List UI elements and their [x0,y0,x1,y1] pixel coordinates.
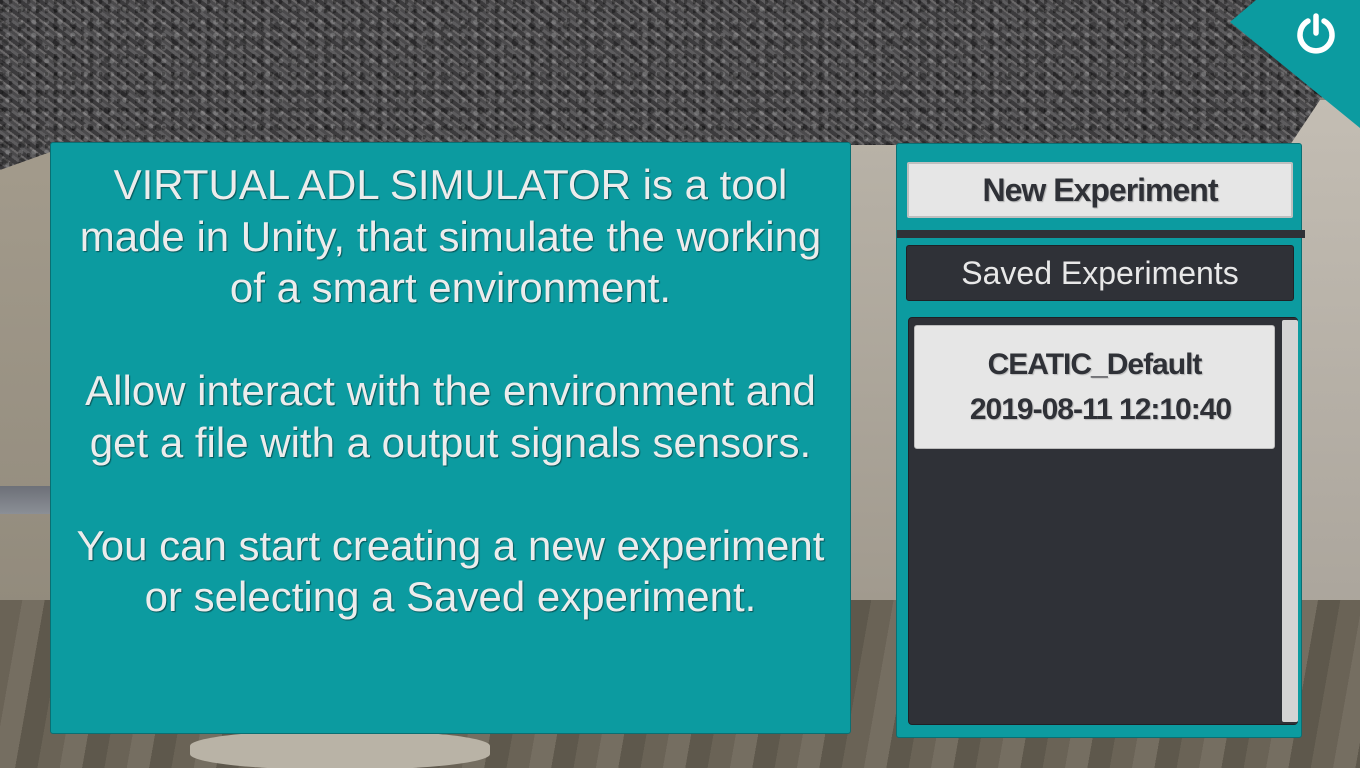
experiment-name: CEATIC_Default [987,348,1203,381]
power-icon[interactable] [1294,12,1338,56]
info-paragraph-1: VIRTUAL ADL SIMULATOR is a tool made in … [79,161,822,311]
new-experiment-button[interactable]: New Experiment [907,162,1293,218]
info-paragraph-3: You can start creating a new experiment … [76,521,825,621]
info-paragraph-2: Allow interact with the environment and … [85,367,816,466]
divider [897,230,1305,238]
list-scrollbar[interactable] [1281,318,1298,724]
table [190,730,490,768]
info-text: VIRTUAL ADL SIMULATOR is a tool made in … [71,159,830,623]
experiments-panel: New Experiment Saved Experiments CEATIC_… [896,143,1305,738]
scrollbar-thumb[interactable] [1282,320,1298,722]
info-panel: VIRTUAL ADL SIMULATOR is a tool made in … [50,142,851,734]
experiment-date: 2019-08-11 12:10:40 [969,393,1232,426]
saved-experiments-list[interactable]: CEATIC_Default 2019-08-11 12:10:40 [908,317,1298,725]
saved-experiment-item[interactable]: CEATIC_Default 2019-08-11 12:10:40 [914,325,1275,449]
saved-experiments-header: Saved Experiments [906,245,1294,301]
